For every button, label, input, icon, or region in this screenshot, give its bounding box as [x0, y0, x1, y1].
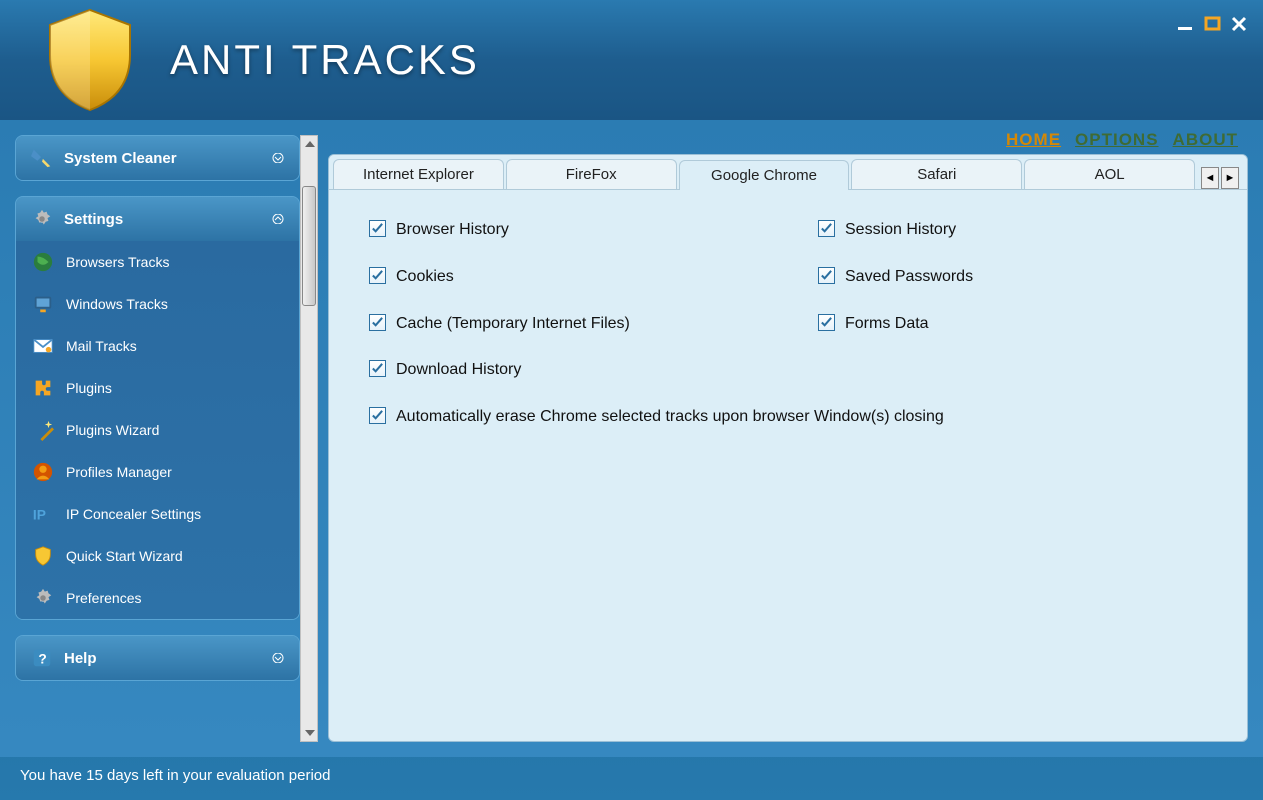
nav-item-label: Quick Start Wizard: [66, 548, 183, 564]
svg-text:IP: IP: [33, 508, 46, 523]
panel-title: Help: [64, 650, 97, 667]
app-title: ANTI TRACKS: [170, 36, 480, 84]
tab-scroll-right[interactable]: ►: [1221, 167, 1239, 189]
help-icon: ?: [30, 646, 54, 670]
profile-icon: [30, 459, 56, 485]
browser-tab-bar: Internet ExplorerFireFoxGoogle ChromeSaf…: [329, 155, 1247, 190]
tab-safari[interactable]: Safari: [851, 159, 1022, 189]
nav-item-mail-tracks[interactable]: Mail Tracks: [16, 325, 299, 367]
minimize-button[interactable]: [1176, 18, 1196, 36]
panel-header-system-cleaner[interactable]: System Cleaner: [16, 136, 299, 180]
nav-item-browsers-tracks[interactable]: Browsers Tracks: [16, 241, 299, 283]
check-label: Cache (Temporary Internet Files): [396, 314, 630, 335]
check-label: Forms Data: [845, 314, 929, 335]
tab-aol[interactable]: AOL: [1024, 159, 1195, 189]
top-link-about[interactable]: ABOUT: [1173, 130, 1238, 149]
check-item-auto-erase: Automatically erase Chrome selected trac…: [369, 407, 1207, 428]
tab-firefox[interactable]: FireFox: [506, 159, 677, 189]
checkbox[interactable]: [369, 220, 386, 237]
nav-item-label: IP Concealer Settings: [66, 506, 201, 522]
nav-item-label: Mail Tracks: [66, 338, 137, 354]
panel-system-cleaner: System Cleaner: [15, 135, 300, 181]
check-item-session-history: Session History: [818, 220, 1207, 241]
panel-title: System Cleaner: [64, 150, 177, 167]
scrollbar-thumb[interactable]: [302, 186, 316, 306]
nav-item-ip-concealer-settings[interactable]: IP IP Concealer Settings: [16, 493, 299, 535]
nav-item-plugins-wizard[interactable]: Plugins Wizard: [16, 409, 299, 451]
content-panel: Internet ExplorerFireFoxGoogle ChromeSaf…: [328, 154, 1248, 742]
check-item-forms-data: Forms Data: [818, 314, 1207, 335]
nav-item-label: Profiles Manager: [66, 464, 172, 480]
check-label: Session History: [845, 220, 956, 241]
header: ANTI TRACKS: [0, 0, 1263, 120]
checkbox[interactable]: [369, 267, 386, 284]
panel-title: Settings: [64, 211, 123, 228]
panel-settings: Settings Browsers Tracks Windows Tracks Mai…: [15, 196, 300, 620]
nav-item-label: Browsers Tracks: [66, 254, 169, 270]
app-window: ANTI TRACKS System Cleaner Settings Browse…: [0, 0, 1263, 800]
chevron-up-icon: [271, 212, 285, 227]
tab-scroll-controls: ◄►: [1197, 167, 1243, 189]
envelope-icon: [30, 333, 56, 359]
shield-small-icon: [30, 543, 56, 569]
sidebar: System Cleaner Settings Browsers Tracks Win…: [0, 120, 300, 757]
check-label: Cookies: [396, 267, 454, 288]
puzzle-icon: [30, 375, 56, 401]
sidebar-scrollbar[interactable]: [300, 135, 318, 742]
broom-icon: [30, 146, 54, 170]
monitor-icon: [30, 291, 56, 317]
top-link-options[interactable]: OPTIONS: [1075, 130, 1159, 149]
tab-google-chrome[interactable]: Google Chrome: [679, 160, 850, 190]
nav-item-label: Preferences: [66, 590, 141, 606]
nav-item-label: Windows Tracks: [66, 296, 168, 312]
checkbox[interactable]: [369, 407, 386, 424]
panel-header-help[interactable]: ? Help: [16, 636, 299, 680]
check-label: Download History: [396, 360, 521, 381]
nav-item-profiles-manager[interactable]: Profiles Manager: [16, 451, 299, 493]
tab-internet-explorer[interactable]: Internet Explorer: [333, 159, 504, 189]
checkbox[interactable]: [818, 314, 835, 331]
check-label: Saved Passwords: [845, 267, 973, 288]
nav-item-quick-start-wizard[interactable]: Quick Start Wizard: [16, 535, 299, 577]
check-item-cookies: Cookies: [369, 267, 758, 288]
top-link-home[interactable]: HOME: [1006, 130, 1061, 149]
svg-text:?: ?: [38, 652, 46, 667]
check-label: Automatically erase Chrome selected trac…: [396, 407, 944, 428]
wand-icon: [30, 417, 56, 443]
nav-item-preferences[interactable]: Preferences: [16, 577, 299, 619]
maximize-button[interactable]: [1204, 16, 1222, 37]
checkbox[interactable]: [369, 314, 386, 331]
gear-icon: [30, 585, 56, 611]
shield-logo-icon: [40, 5, 140, 115]
check-label: Browser History: [396, 220, 509, 241]
checks-area: Browser History Session History Cookies Sav…: [329, 190, 1247, 741]
status-bar: You have 15 days left in your evaluation…: [0, 757, 1263, 800]
gear-icon: [30, 207, 54, 231]
nav-item-label: Plugins Wizard: [66, 422, 159, 438]
panel-body-settings: Browsers Tracks Windows Tracks Mail Tracks…: [16, 241, 299, 619]
panel-header-settings[interactable]: Settings: [16, 197, 299, 241]
checkbox[interactable]: [369, 360, 386, 377]
close-button[interactable]: [1230, 15, 1248, 38]
nav-item-label: Plugins: [66, 380, 112, 396]
chevron-down-icon: [271, 151, 285, 166]
chevron-down-icon: [271, 651, 285, 666]
nav-item-windows-tracks[interactable]: Windows Tracks: [16, 283, 299, 325]
check-item-cache-temporary-internet-files-: Cache (Temporary Internet Files): [369, 314, 758, 335]
tab-scroll-left[interactable]: ◄: [1201, 167, 1219, 189]
checkbox[interactable]: [818, 267, 835, 284]
globe-icon: [30, 249, 56, 275]
window-controls: [1176, 15, 1248, 38]
check-item-download-history: Download History: [369, 360, 758, 381]
main-area: HOME OPTIONS ABOUT Internet ExplorerFireFo…: [318, 120, 1263, 757]
check-item-saved-passwords: Saved Passwords: [818, 267, 1207, 288]
checkbox[interactable]: [818, 220, 835, 237]
body-area: System Cleaner Settings Browsers Tracks Win…: [0, 120, 1263, 757]
panel-help: ? Help: [15, 635, 300, 681]
top-links: HOME OPTIONS ABOUT: [328, 130, 1248, 154]
nav-item-plugins[interactable]: Plugins: [16, 367, 299, 409]
ip-icon: IP: [30, 501, 56, 527]
check-item-browser-history: Browser History: [369, 220, 758, 241]
